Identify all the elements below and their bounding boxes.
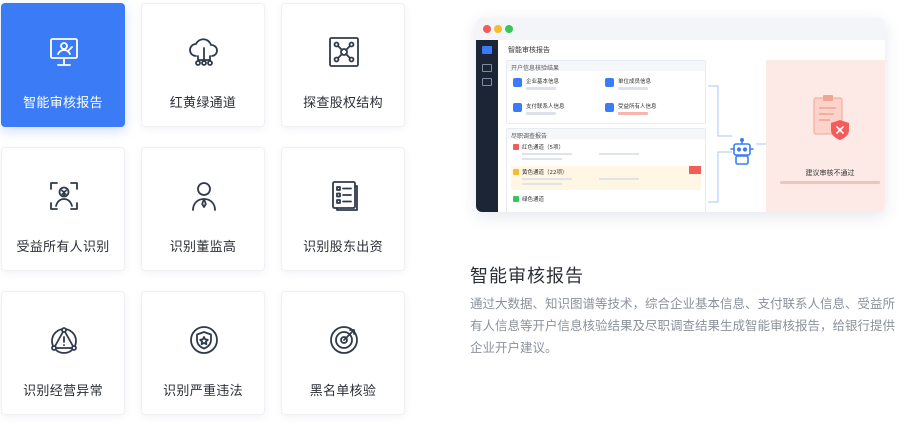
robot-icon [728,137,756,166]
yellow-channel-row: 黄色通道（22项） [511,166,701,190]
card-smart-audit-report[interactable]: 智能审核报告 [1,3,125,127]
info-icon [513,103,522,112]
info-icon [513,78,522,87]
logo-icon [482,46,492,54]
user-icon [482,64,492,72]
info-icon [605,103,614,112]
red-channel-row: 红色通道（5项） [511,141,701,165]
section-title: 尽职调查报告 [507,129,705,140]
preview-main: 智能审核报告 开户信息核验结果 企业基本信息 单位成员信息 支付联系人信息 受益… [498,40,885,212]
preview-title: 智能审核报告 [508,46,550,54]
cloud-network-icon [186,34,222,70]
document-icon [482,78,492,86]
card-label: 红黄绿通道 [169,96,237,111]
card-label: 识别经营异常 [23,384,103,399]
card-label: 识别股东出资 [303,240,383,255]
mini-card: 支付联系人信息 [513,100,597,122]
card-shareholder-contribution[interactable]: 识别股东出资 [281,147,405,271]
card-label: 受益所有人识别 [16,240,110,255]
audit-result-panel: 建议审核不通过 [766,60,885,212]
mini-card: 单位成员信息 [605,75,689,97]
card-label: 探查股权结构 [303,96,383,111]
minimize-dot [494,25,502,33]
card-label: 智能审核报告 [23,96,103,111]
shield-badge-icon [186,322,222,358]
result-label: 建议审核不通过 [805,169,855,177]
window-titlebar [476,18,885,40]
card-label: 识别严重违法 [163,384,243,399]
executive-person-icon [186,178,222,214]
card-label: 黑名单核验 [309,384,377,399]
verification-section: 开户信息核验结果 企业基本信息 单位成员信息 支付联系人信息 受益所有人信息 [506,60,706,124]
card-identify-executives[interactable]: 识别董监高 [141,147,265,271]
due-diligence-section: 尽职调查报告 红色通道（5项） 黄色通道（22项） 绿色通道 [506,128,706,212]
warning-triangle-icon [46,322,82,358]
mini-card: 企业基本信息 [513,75,597,97]
card-traffic-light-channel[interactable]: 红黄绿通道 [141,3,265,127]
report-monitor-icon [46,34,82,70]
equity-structure-icon [326,34,362,70]
mini-card: 受益所有人信息 [605,100,689,122]
green-channel-row: 绿色通道 [511,193,701,209]
card-abnormal-operation[interactable]: 识别经营异常 [1,291,125,415]
maximize-dot [505,25,513,33]
section-title: 开户信息核验结果 [507,61,705,72]
info-icon [605,78,614,87]
card-serious-violation[interactable]: 识别严重违法 [141,291,265,415]
feature-title: 智能审核报告 [470,266,584,287]
close-dot [483,25,491,33]
target-radar-icon [326,322,362,358]
report-preview-window: 智能审核报告 开户信息核验结果 企业基本信息 单位成员信息 支付联系人信息 受益… [476,18,885,212]
card-beneficial-owner[interactable]: 受益所有人识别 [1,147,125,271]
shareholder-list-icon [326,178,362,214]
flag-tag [689,166,701,174]
card-equity-structure[interactable]: 探查股权结构 [281,3,405,127]
beneficial-owner-icon [46,178,82,214]
rejected-document-icon [810,94,852,144]
card-blacklist-check[interactable]: 黑名单核验 [281,291,405,415]
preview-sidebar [476,40,498,212]
feature-description: 通过大数据、知识图谱等技术，综合企业基本信息、支付联系人信息、受益所有人信息等开… [470,296,896,355]
feature-showcase: 智能审核报告 红黄绿通道 探查股权结构 受益所有人识别 识别董监高 识别股东出资… [0,0,909,424]
card-label: 识别董监高 [169,240,237,255]
